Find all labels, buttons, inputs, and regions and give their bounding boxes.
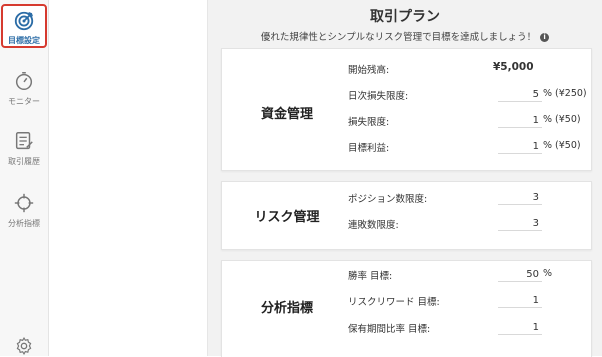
start-balance-label: 開始残高: xyxy=(348,65,390,76)
risk-reward-row: リスクリワード 目標: 1 xyxy=(348,291,583,311)
target-icon xyxy=(14,11,34,31)
winrate-suffix: % xyxy=(543,268,553,279)
holding-ratio-label: 保有期間比率 目標: xyxy=(348,324,431,335)
rail-item-settings[interactable] xyxy=(2,334,46,356)
holding-ratio-input[interactable]: 1 xyxy=(498,320,542,335)
page-title: 取引プラン xyxy=(370,9,440,25)
rail-item-label: 分析指標 xyxy=(8,219,40,228)
loss-limit-row: 損失限度: 1 % (¥50) xyxy=(348,111,583,131)
side-panel xyxy=(49,0,208,356)
subtitle-text: 優れた規律性とシンプルなリスク管理で目標を達成しましょう！ xyxy=(260,32,537,43)
card-risk-management: リスク管理 ポジション数限度: 3 連敗数限度: 3 xyxy=(221,181,592,250)
loss-limit-label: 損失限度: xyxy=(348,117,390,128)
losing-streak-row: 連敗数限度: 3 xyxy=(348,214,583,234)
winrate-input[interactable]: 50 xyxy=(498,267,542,282)
losing-streak-label: 連敗数限度: xyxy=(348,220,399,231)
rail-item-goal-settings[interactable]: 目標設定 xyxy=(1,4,47,48)
rail-item-label: 取引履歴 xyxy=(8,157,40,166)
rail-item-analysis[interactable]: 分析指標 xyxy=(2,186,46,236)
position-limit-input[interactable]: 3 xyxy=(498,190,542,205)
card-title: 資金管理 xyxy=(260,107,313,122)
rail-item-trade-history[interactable]: 取引履歴 xyxy=(2,124,46,174)
loss-limit-suffix: % (¥50) xyxy=(543,114,581,125)
daily-loss-row: 日次損失限度: 5 % (¥250) xyxy=(348,85,587,105)
loss-limit-input[interactable]: 1 xyxy=(498,113,542,128)
rail-item-label: モニター xyxy=(8,97,40,106)
daily-loss-label: 日次損失限度: xyxy=(348,91,409,102)
profit-target-input[interactable]: 1 xyxy=(498,139,542,154)
losing-streak-input[interactable]: 3 xyxy=(498,216,542,231)
profit-target-row: 目標利益: 1 % (¥50) xyxy=(348,137,583,157)
position-limit-row: ポジション数限度: 3 xyxy=(348,188,583,208)
daily-loss-input[interactable]: 5 xyxy=(498,87,542,102)
history-icon xyxy=(15,132,33,150)
card-title: リスク管理 xyxy=(254,210,320,225)
risk-reward-label: リスクリワード 目標: xyxy=(348,297,440,308)
icon-rail: 目標設定 モニター 取引履歴 分析指標 xyxy=(0,0,49,356)
profit-target-label: 目標利益: xyxy=(348,143,390,154)
winrate-label: 勝率 目標: xyxy=(348,271,393,282)
info-icon[interactable]: i xyxy=(540,33,550,42)
holding-ratio-row: 保有期間比率 目標: 1 xyxy=(348,318,583,338)
rail-item-monitor[interactable]: モニター xyxy=(2,64,46,114)
card-capital-management: 資金管理 開始残高: ¥5,000 日次損失限度: 5 % (¥250) 損失限… xyxy=(221,48,592,171)
start-balance-value: ¥5,000 xyxy=(493,61,534,73)
daily-loss-suffix: % (¥250) xyxy=(543,88,587,99)
gauge-icon xyxy=(15,72,33,90)
card-title: 分析指標 xyxy=(260,301,313,316)
start-balance-row: 開始残高: ¥5,000 xyxy=(348,59,583,79)
rail-item-label: 目標設定 xyxy=(8,36,40,45)
winrate-row: 勝率 目標: 50 % xyxy=(348,265,583,285)
main-content: 取引プラン 優れた規律性とシンプルなリスク管理で目標を達成しましょう！ i 資金管… xyxy=(208,0,602,357)
crosshair-icon xyxy=(14,193,34,213)
page-subtitle: 優れた規律性とシンプルなリスク管理で目標を達成しましょう！ i xyxy=(208,29,602,43)
position-limit-label: ポジション数限度: xyxy=(348,194,428,205)
profit-target-suffix: % (¥50) xyxy=(543,140,581,151)
risk-reward-input[interactable]: 1 xyxy=(498,293,542,308)
gear-icon xyxy=(16,336,32,356)
card-analysis-metrics: 分析指標 勝率 目標: 50 % リスクリワード 目標: 1 保有期間比率 目標… xyxy=(221,260,592,357)
